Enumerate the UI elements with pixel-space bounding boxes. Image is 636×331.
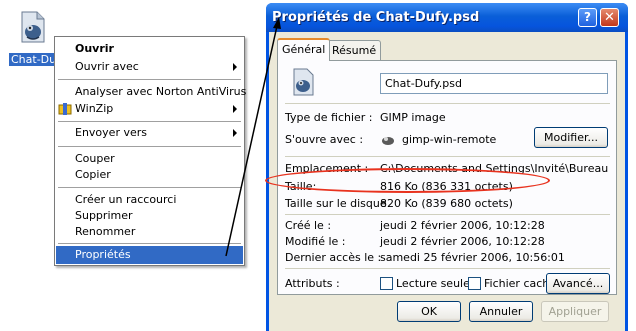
dialog-titlebar[interactable]: Propriétés de Chat-Dufy.psd ? ✕ xyxy=(266,3,628,32)
menu-item-rename[interactable]: Renommer xyxy=(56,223,243,241)
divider xyxy=(285,268,610,269)
gimp-file-icon xyxy=(290,68,316,96)
menu-item-label: Ouvrir xyxy=(75,42,114,55)
cancel-button[interactable]: Annuler xyxy=(469,301,533,322)
menu-item-label: Envoyer vers xyxy=(75,126,147,139)
location-value: C:\Documents and Settings\Invité\Bureau xyxy=(380,162,609,175)
attributes-label: Attributs : xyxy=(285,277,340,290)
menu-item-label: Analyser avec Norton AntiVirus xyxy=(75,85,247,98)
menu-separator xyxy=(58,243,241,244)
divider xyxy=(285,156,610,157)
gimp-app-icon xyxy=(380,131,396,147)
help-button[interactable]: ? xyxy=(578,8,597,27)
menu-item-label: Propriétés xyxy=(75,248,131,261)
desktop-file-icon[interactable] xyxy=(2,10,62,44)
submenu-arrow-icon xyxy=(233,63,237,71)
modified-value: jeudi 2 février 2006, 10:12:28 xyxy=(380,235,545,248)
menu-separator xyxy=(58,79,241,80)
accessed-label: Dernier accès le : xyxy=(285,251,382,264)
opens-with-value: gimp-win-remote xyxy=(402,133,497,146)
file-type-value: GIMP image xyxy=(380,111,446,124)
menu-separator xyxy=(58,121,241,122)
menu-item-label: Renommer xyxy=(75,225,136,238)
hidden-checkbox[interactable] xyxy=(468,277,481,290)
dialog-title: Propriétés de Chat-Dufy.psd xyxy=(272,10,480,25)
disk-size-label: Taille sur le disque xyxy=(285,197,387,210)
menu-separator xyxy=(58,187,241,188)
menu-item-open[interactable]: Ouvrir xyxy=(56,40,243,58)
size-value: 816 Ko (836 331 octets) xyxy=(380,180,513,193)
tab-general[interactable]: Général xyxy=(277,38,331,61)
menu-item-label: WinZip xyxy=(75,102,114,115)
menu-item-label: Créer un raccourci xyxy=(75,193,177,206)
file-type-label: Type de fichier : xyxy=(285,111,373,124)
menu-item-label: Ouvrir avec xyxy=(75,60,139,73)
disk-size-value: 820 Ko (839 680 octets) xyxy=(380,197,513,210)
divider xyxy=(285,103,610,104)
menu-item-label: Supprimer xyxy=(75,209,133,222)
advanced-button[interactable]: Avancé... xyxy=(546,273,610,294)
readonly-checkbox[interactable] xyxy=(380,277,393,290)
file-name-field[interactable]: Chat-Dufy.psd xyxy=(380,73,608,94)
menu-item-copy[interactable]: Copier xyxy=(56,166,243,184)
menu-item-send-to[interactable]: Envoyer vers xyxy=(56,124,243,142)
size-label: Taille: xyxy=(285,180,317,193)
divider xyxy=(285,214,610,215)
modify-button[interactable]: Modifier... xyxy=(534,127,608,148)
menu-item-label: Couper xyxy=(75,152,115,165)
modified-label: Modifié le : xyxy=(285,235,346,248)
menu-separator xyxy=(58,146,241,147)
menu-item-properties[interactable]: Propriétés xyxy=(56,246,243,264)
accessed-value: samedi 25 février 2006, 10:56:01 xyxy=(380,251,565,264)
menu-item-label: Copier xyxy=(75,168,111,181)
menu-item-norton-scan[interactable]: Analyser avec Norton AntiVirus xyxy=(56,83,247,101)
apply-button[interactable]: Appliquer xyxy=(541,301,609,322)
close-button[interactable]: ✕ xyxy=(600,8,619,27)
winzip-icon xyxy=(58,102,72,116)
created-label: Créé le : xyxy=(285,219,332,232)
general-panel: Chat-Dufy.psd Type de fichier : GIMP ima… xyxy=(277,60,617,295)
submenu-arrow-icon xyxy=(233,129,237,137)
location-label: Emplacement : xyxy=(285,162,369,175)
opens-with-label: S'ouvre avec : xyxy=(285,133,364,146)
submenu-arrow-icon xyxy=(233,105,237,113)
context-menu: Ouvrir Ouvrir avec Analyser avec Norton … xyxy=(54,36,247,266)
ok-button[interactable]: OK xyxy=(397,301,461,322)
menu-item-open-with[interactable]: Ouvrir avec xyxy=(56,58,243,76)
properties-dialog: Propriétés de Chat-Dufy.psd ? ✕ Général … xyxy=(266,3,628,331)
dialog-client-area: Général Résumé Chat-Dufy.psd Type de fic… xyxy=(269,32,625,331)
tab-summary[interactable]: Résumé xyxy=(327,40,382,60)
menu-item-winzip[interactable]: WinZip xyxy=(56,100,243,118)
readonly-label: Lecture seule xyxy=(396,277,470,290)
created-value: jeudi 2 février 2006, 10:12:28 xyxy=(380,219,545,232)
gimp-file-icon xyxy=(17,10,47,44)
